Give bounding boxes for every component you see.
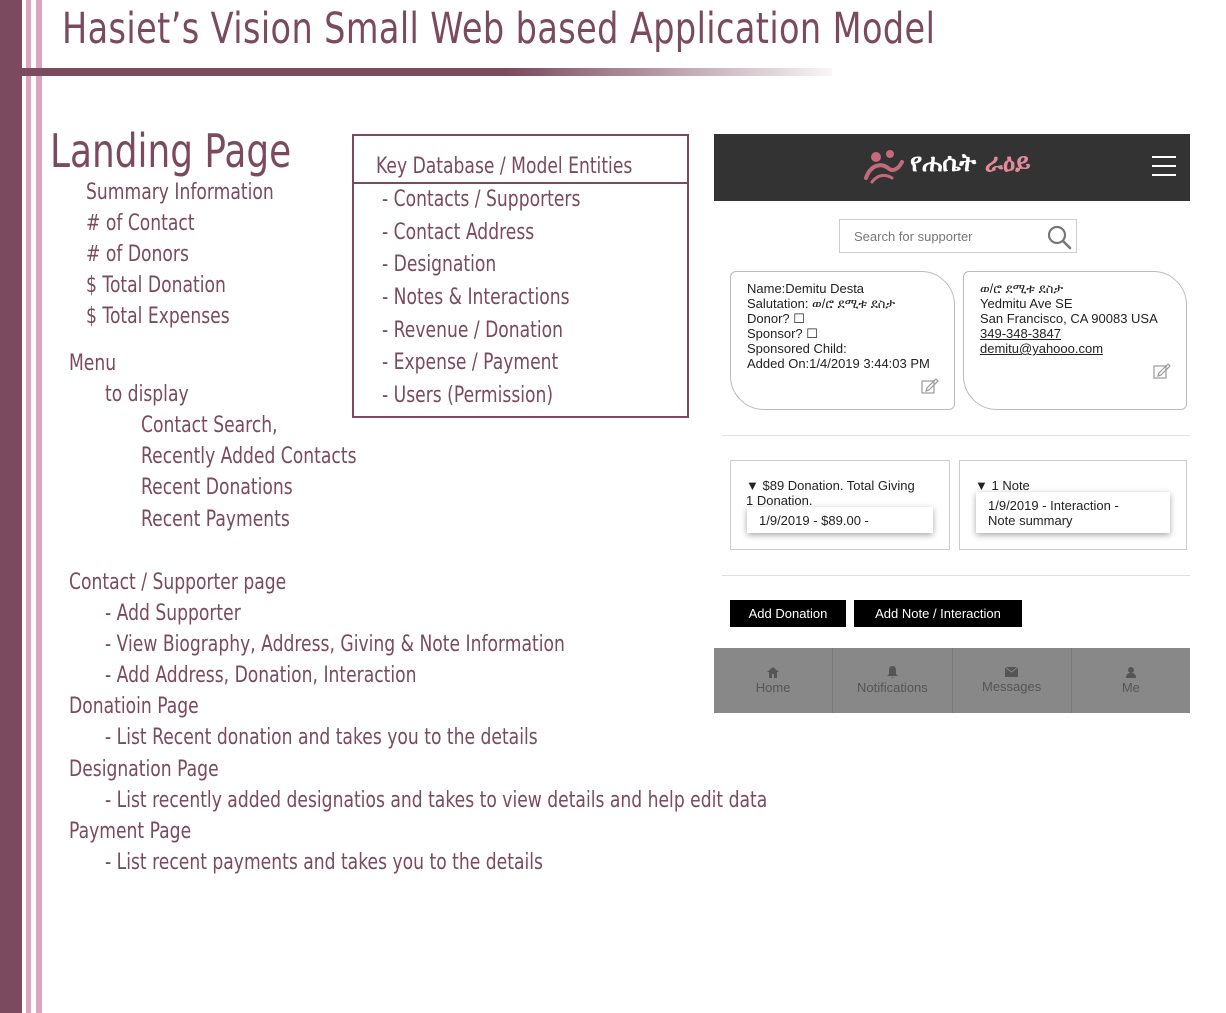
page-section-title: Payment Page (69, 819, 192, 844)
search-icon[interactable] (1046, 224, 1072, 255)
page-section-item: - Add Address, Donation, Interaction (105, 663, 417, 688)
app-header: የሐሴት ራዕይ (714, 134, 1190, 201)
donation-count: 1 Donation. (746, 493, 813, 508)
entity-item: - Notes & Interactions (382, 285, 570, 310)
left-stripe-dark (0, 0, 22, 1013)
menu-item: Contact Search, (141, 413, 278, 438)
contact-sponsored-child: Sponsored Child: (747, 341, 847, 356)
email-link[interactable]: demitu@yahooo.com (980, 341, 1103, 356)
note-summary[interactable]: ▼ 1 Note (975, 478, 1186, 493)
page-section-item: - List recent payments and takes you to … (105, 850, 543, 875)
menu-item: Recently Added Contacts (141, 444, 357, 469)
entity-item: - Expense / Payment (382, 350, 559, 375)
summary-item: # of Contact (86, 211, 195, 236)
add-donation-button[interactable]: Add Donation (730, 600, 846, 627)
entity-item: - Contact Address (382, 220, 535, 245)
edit-icon[interactable] (1153, 363, 1171, 382)
contact-added-on: Added On:1/4/2019 3:44:03 PM (747, 356, 930, 371)
left-stripe-light (26, 0, 31, 1013)
nav-me-label: Me (1121, 679, 1140, 695)
contact-salutation: Salutation: ወ/ሮ ደሚቱ ደስታ (747, 296, 896, 311)
nav-home[interactable]: Home (714, 648, 834, 713)
contact-name: Name:Demitu Desta (747, 281, 865, 296)
logo-icon (862, 148, 906, 189)
nav-me[interactable]: Me (1072, 648, 1190, 713)
note-item[interactable]: 1/9/2019 - Interaction - Note summary (976, 492, 1170, 533)
envelope-icon (1005, 667, 1019, 677)
entities-title: Key Database / Model Entities (376, 154, 633, 179)
summary-item: # of Donors (86, 242, 189, 267)
summary-item: $ Total Expenses (86, 304, 230, 329)
user-icon (1125, 666, 1136, 678)
summary-title: Summary Information (86, 180, 274, 205)
bell-icon (886, 666, 898, 678)
search-input[interactable] (846, 224, 1062, 248)
nav-messages-label: Messages (982, 679, 1042, 694)
contact-sponsor: Sponsor? ☐ (747, 326, 818, 341)
entities-divider (352, 182, 689, 184)
entity-item: - Users (Permission) (382, 383, 554, 408)
edit-icon[interactable] (921, 378, 939, 397)
nav-notifications-label: Notifications (856, 680, 928, 695)
logo-text[interactable]: የሐሴት ራዕይ (910, 148, 1031, 178)
address-name: ወ/ሮ ደሚቱ ደስታ (980, 281, 1064, 296)
home-icon (767, 666, 780, 678)
menu-sub-label: to display (105, 382, 189, 407)
nav-notifications[interactable]: Notifications (833, 648, 953, 713)
contact-donor: Donor? ☐ (747, 311, 805, 326)
search-box (839, 219, 1077, 253)
divider (722, 435, 1190, 436)
menu-item: Recent Donations (141, 475, 293, 500)
note-item-line: Note summary (988, 513, 1073, 528)
nav-messages[interactable]: Messages (953, 648, 1072, 713)
page-section-item: - List Recent donation and takes you to … (105, 725, 538, 750)
hamburger-menu-icon[interactable] (1152, 156, 1176, 176)
donation-panel[interactable]: ▼ $89 Donation. Total Giving 1 Donation. (730, 460, 950, 550)
page-section-title: Contact / Supporter page (69, 570, 287, 595)
divider (722, 575, 1190, 576)
title-underline (22, 68, 832, 76)
note-item-line: 1/9/2019 - Interaction - (988, 498, 1119, 513)
page-section-item: - Add Supporter (105, 601, 241, 626)
menu-item: Recent Payments (141, 507, 290, 532)
donation-summary[interactable]: ▼ $89 Donation. Total Giving (746, 478, 949, 493)
entity-item: - Contacts / Supporters (382, 187, 581, 212)
left-stripe-light (36, 0, 42, 1013)
address-street: Yedmitu Ave SE (980, 296, 1073, 311)
contact-card: Name:Demitu Desta Salutation: ወ/ሮ ደሚቱ ደስ… (730, 271, 955, 410)
entity-item: - Designation (382, 252, 497, 277)
page-section-title: Designation Page (69, 757, 219, 782)
donation-item[interactable]: 1/9/2019 - $89.00 - (747, 507, 933, 533)
address-card: ወ/ሮ ደሚቱ ደስታ Yedmitu Ave SE San Francisco… (963, 271, 1187, 410)
summary-item: $ Total Donation (86, 273, 226, 298)
entity-item: - Revenue / Donation (382, 318, 564, 343)
phone-link[interactable]: 349-348-3847 (980, 326, 1061, 341)
menu-label: Menu (69, 351, 117, 376)
bottom-nav: Home Notifications Messages Me (714, 648, 1190, 713)
page-section-item: - View Biography, Address, Giving & Note… (105, 632, 565, 657)
add-note-button[interactable]: Add Note / Interaction (854, 600, 1022, 627)
page-title: Hasiet’s Vision Small Web based Applicat… (62, 4, 936, 54)
landing-heading: Landing Page (50, 124, 292, 178)
page-section-item: - List recently added designatios and ta… (105, 788, 768, 813)
nav-home-label: Home (755, 679, 791, 695)
address-city: San Francisco, CA 90083 USA (980, 311, 1158, 326)
page-section-title: Donatioin Page (69, 694, 199, 719)
